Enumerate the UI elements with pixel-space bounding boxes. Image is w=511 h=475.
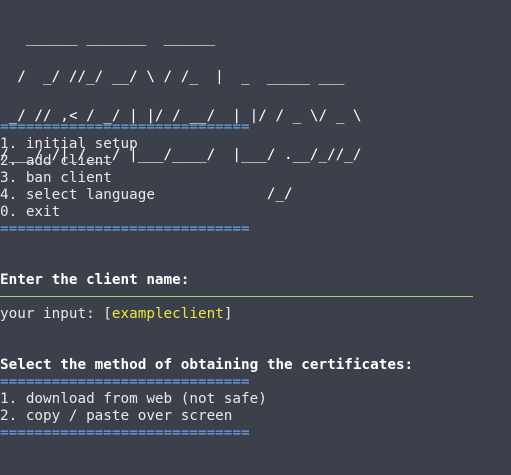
menu-separator-top: ============================= xyxy=(0,119,250,135)
input-bracket-close: ] xyxy=(223,306,233,322)
client-input-line[interactable]: your input: [exampleclient] xyxy=(0,306,232,323)
menu-item-select-language: 4. select language xyxy=(0,187,155,203)
cert-method-title: Select the method of obtaining the certi… xyxy=(0,357,414,373)
menu-separator-bottom: ============================= xyxy=(0,221,250,237)
cert-separator-bottom: ============================= xyxy=(0,425,250,441)
menu-item-initial-setup: 1. initial setup xyxy=(0,136,138,152)
menu-item-add-client: 2. add client xyxy=(0,153,112,169)
banner-line: ______ _______ ______ xyxy=(0,30,216,46)
cert-option-copy-paste: 2. copy / paste over screen xyxy=(0,408,233,424)
cert-option-download: 1. download from web (not safe) xyxy=(0,391,267,407)
client-prompt-title: Enter the client name: xyxy=(0,272,190,288)
terminal-window: ______ _______ ______ / _/ //_/ __/ \ / … xyxy=(0,0,511,475)
input-bracket-open: [ xyxy=(103,306,112,322)
input-label: your input: xyxy=(0,306,104,322)
cert-separator-top: ============================= xyxy=(0,374,250,390)
prompt-underline xyxy=(0,296,473,297)
client-input-value[interactable]: exampleclient xyxy=(112,306,224,322)
menu-item-ban-client: 3. ban client xyxy=(0,170,112,186)
banner-line: / _/ //_/ __/ \ / /_ | _ _____ ___ xyxy=(0,69,345,85)
menu-item-exit: 0. exit xyxy=(0,204,61,220)
